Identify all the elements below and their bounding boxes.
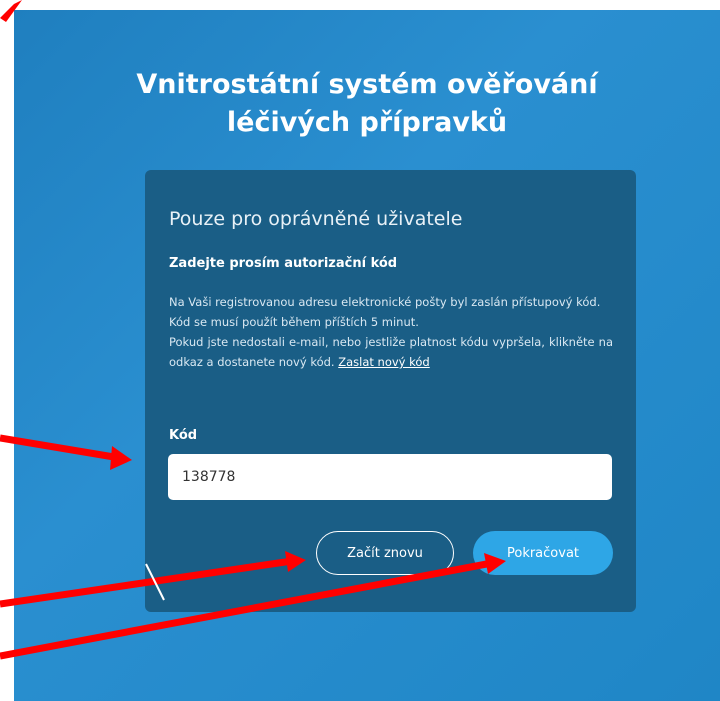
code-label: Kód — [169, 428, 198, 443]
page-title-line-2: léčivých přípravků — [226, 107, 508, 138]
instructions-line-1: Na Vaši registrovanou adresu elektronick… — [169, 295, 601, 309]
instructions-line-3: Pokud jste nedostali e-mail, nebo jestli… — [169, 332, 613, 372]
page-title: Vnitrostátní systém ověřování léčivých p… — [14, 66, 720, 142]
authorization-card: Pouze pro oprávněné uživatele Zadejte pr… — [145, 170, 636, 612]
page-background: Vnitrostátní systém ověřování léčivých p… — [14, 10, 720, 701]
card-heading: Pouze pro oprávněné uživatele — [169, 208, 463, 230]
restart-button[interactable]: Začít znovu — [316, 531, 454, 575]
instructions-text: Na Vaši registrovanou adresu elektronick… — [169, 292, 613, 372]
continue-button[interactable]: Pokračovat — [473, 531, 613, 575]
page-title-line-1: Vnitrostátní systém ověřování — [136, 69, 598, 100]
resend-code-link[interactable]: Zaslat nový kód — [338, 355, 430, 369]
instructions-line-2: Kód se musí použít během příštích 5 minu… — [169, 315, 419, 329]
code-input[interactable] — [168, 454, 612, 500]
card-subheading: Zadejte prosím autorizační kód — [169, 256, 398, 271]
